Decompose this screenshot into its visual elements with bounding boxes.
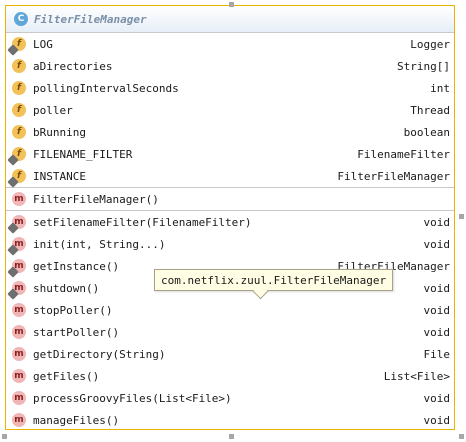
field-row[interactable]: f bRunning boolean bbox=[6, 121, 454, 143]
field-row[interactable]: f LOG Logger bbox=[6, 33, 454, 56]
resize-handle-top-middle[interactable] bbox=[229, 2, 234, 7]
static-field-icon: f bbox=[7, 169, 26, 188]
method-name: stopPoller() bbox=[33, 303, 113, 317]
constructor-row[interactable]: m FilterFileManager() bbox=[6, 188, 454, 210]
field-row[interactable]: f pollingIntervalSeconds int bbox=[6, 77, 454, 99]
field-name: FILENAME_FILTER bbox=[33, 147, 133, 161]
method-return-type: void bbox=[423, 413, 451, 427]
methods-section: m setFilenameFilter(FilenameFilter) void… bbox=[6, 211, 454, 431]
method-icon: m bbox=[12, 391, 26, 405]
field-name: LOG bbox=[33, 37, 53, 51]
field-type: FilenameFilter bbox=[357, 147, 450, 161]
method-icon: m bbox=[12, 303, 26, 317]
method-icon: m bbox=[12, 369, 26, 383]
field-type: int bbox=[430, 81, 450, 95]
resize-handle-bottom-middle[interactable] bbox=[229, 434, 234, 439]
class-header[interactable]: C FilterFileManager bbox=[6, 6, 454, 33]
method-name: init(int, String...) bbox=[33, 237, 166, 251]
field-icon: f bbox=[12, 81, 26, 95]
method-name: processGroovyFiles(List<File>) bbox=[33, 391, 232, 405]
static-method-icon: m bbox=[7, 281, 26, 300]
field-name: aDirectories bbox=[33, 59, 113, 73]
method-return-type: void bbox=[423, 325, 451, 339]
method-row[interactable]: m getFiles() List<File> bbox=[6, 365, 454, 387]
field-type: Logger bbox=[410, 37, 450, 51]
method-return-type: List<File> bbox=[383, 369, 450, 383]
method-return-type: void bbox=[423, 237, 451, 251]
method-name: manageFiles() bbox=[33, 413, 120, 427]
static-field-icon: f bbox=[7, 147, 26, 166]
resize-handle-bottom-right[interactable] bbox=[459, 434, 464, 439]
field-row[interactable]: f poller Thread bbox=[6, 99, 454, 121]
field-icon: f bbox=[12, 103, 26, 117]
method-return-type: void bbox=[423, 303, 451, 317]
static-method-icon: m bbox=[7, 237, 26, 256]
method-name: getDirectory(String) bbox=[33, 347, 166, 361]
method-name: getFiles() bbox=[33, 369, 100, 383]
field-row[interactable]: f FILENAME_FILTER FilenameFilter bbox=[6, 143, 454, 166]
field-icon: f bbox=[12, 59, 26, 73]
method-row[interactable]: m getDirectory(String) File bbox=[6, 343, 454, 365]
static-method-icon: m bbox=[7, 259, 26, 278]
resize-handle-bottom-left[interactable] bbox=[2, 434, 7, 439]
method-row[interactable]: m stopPoller() void bbox=[6, 299, 454, 321]
field-name: poller bbox=[33, 103, 73, 117]
method-return-type: void bbox=[423, 215, 451, 229]
method-icon: m bbox=[12, 347, 26, 361]
method-name: startPoller() bbox=[33, 325, 120, 339]
static-field-icon: f bbox=[7, 37, 26, 56]
constructor-name: FilterFileManager() bbox=[33, 192, 159, 206]
field-type: FilterFileManager bbox=[337, 169, 450, 183]
method-row[interactable]: m manageFiles() void bbox=[6, 409, 454, 431]
method-row[interactable]: m processGroovyFiles(List<File>) void bbox=[6, 387, 454, 409]
field-icon: f bbox=[12, 125, 26, 139]
method-return-type: File bbox=[423, 347, 451, 361]
method-row[interactable]: m startPoller() void bbox=[6, 321, 454, 343]
field-name: INSTANCE bbox=[33, 169, 86, 183]
field-row[interactable]: f aDirectories String[] bbox=[6, 55, 454, 77]
class-icon: C bbox=[14, 12, 28, 26]
field-name: bRunning bbox=[33, 125, 86, 139]
field-row[interactable]: f INSTANCE FilterFileManager bbox=[6, 165, 454, 188]
field-type: boolean bbox=[403, 125, 450, 139]
fields-section: f LOG Logger f aDirectories String[] f p… bbox=[6, 33, 454, 188]
field-type: Thread bbox=[410, 103, 450, 117]
qualified-name-tooltip: com.netflix.zuul.FilterFileManager bbox=[154, 269, 394, 291]
class-name: FilterFileManager bbox=[34, 12, 147, 26]
static-method-icon: m bbox=[7, 215, 26, 234]
method-icon: m bbox=[12, 413, 26, 427]
method-return-type: void bbox=[423, 281, 451, 295]
method-icon: m bbox=[12, 192, 26, 206]
field-name: pollingIntervalSeconds bbox=[33, 81, 179, 95]
method-return-type: void bbox=[423, 391, 451, 405]
method-name: setFilenameFilter(FilenameFilter) bbox=[33, 215, 252, 229]
method-icon: m bbox=[12, 325, 26, 339]
method-row[interactable]: m init(int, String...) void bbox=[6, 233, 454, 256]
class-node[interactable]: C FilterFileManager f LOG Logger f aDire… bbox=[5, 5, 455, 430]
field-type: String[] bbox=[397, 59, 450, 73]
resize-handle-right-middle[interactable] bbox=[459, 214, 464, 219]
constructors-section: m FilterFileManager() bbox=[6, 188, 454, 211]
method-row[interactable]: m setFilenameFilter(FilenameFilter) void bbox=[6, 211, 454, 234]
